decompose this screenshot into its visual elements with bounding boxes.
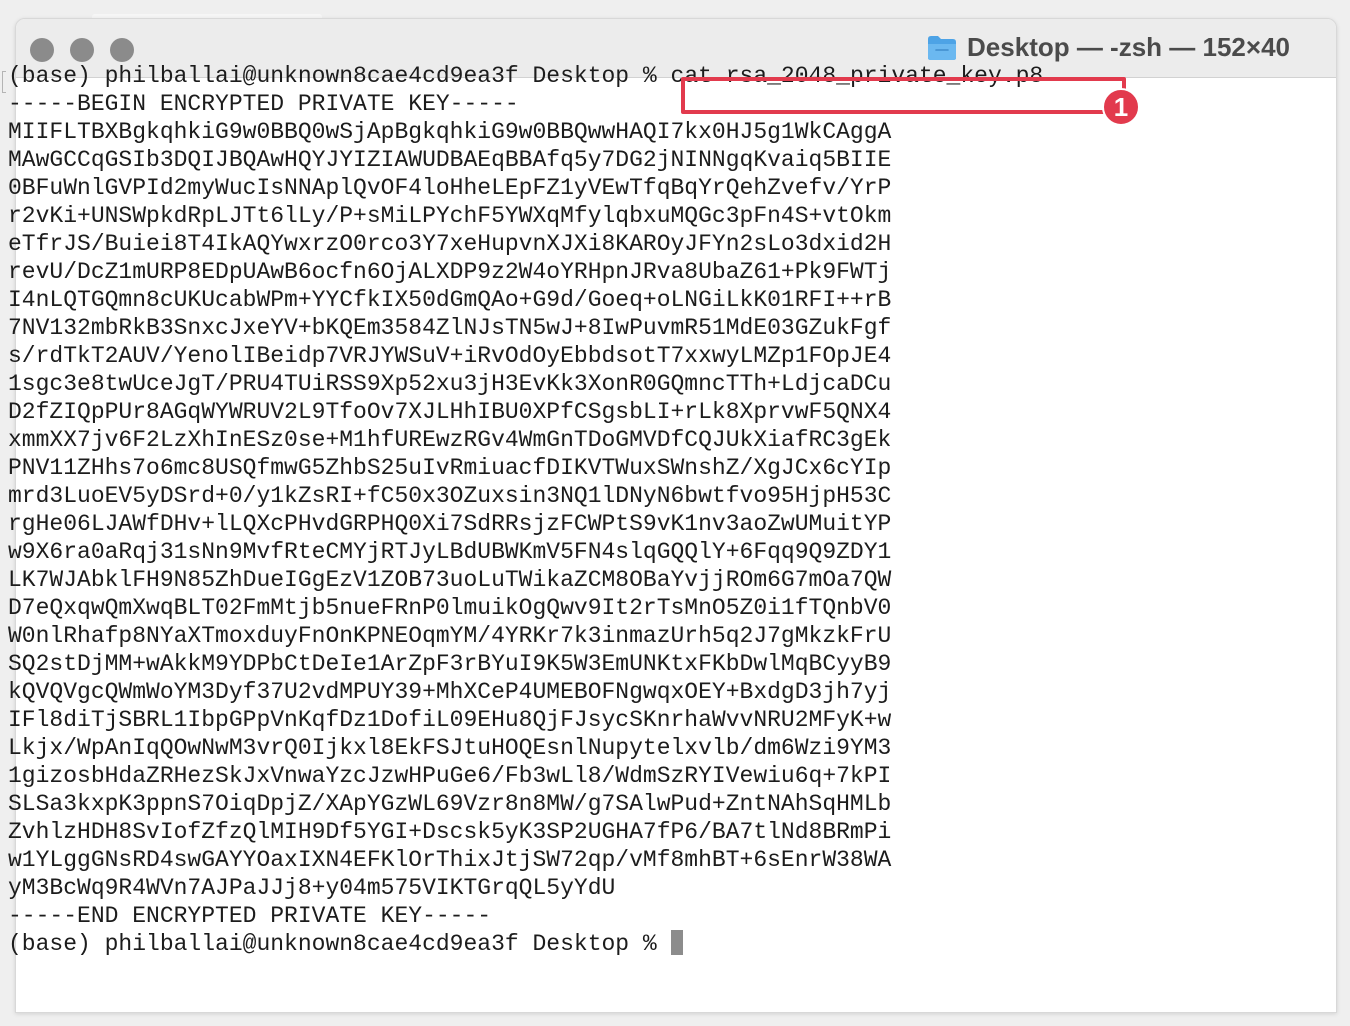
key-line: w9X6ra0aRqj31sNn9MvfRteCMYjRTJyLBdUBWKmV… xyxy=(8,539,892,565)
key-end-line: -----END ENCRYPTED PRIVATE KEY----- xyxy=(8,903,492,929)
key-line: 7NV132mbRkB3SnxcJxeYV+bKQEm3584ZlNJsTN5w… xyxy=(8,315,892,341)
key-line: PNV11ZHhs7o6mc8USQfmwG5ZhbS25uIvRmiuacfD… xyxy=(8,455,892,481)
key-line: 0BFuWnlGVPId2myWucIsNNAplQvOF4loHheLEpFZ… xyxy=(8,175,892,201)
key-line: ZvhlzHDH8SvIofZfzQlMIH9Df5YGI+Dscsk5yK3S… xyxy=(8,819,892,845)
window-title: Desktop — -zsh — 152×40 xyxy=(967,32,1290,62)
key-line: revU/DcZ1mURP8EDpUAwB6ocfn6OjALXDP9z2W4o… xyxy=(8,259,892,285)
key-line: eTfrJS/Buiei8T4IkAQYwxrzO0rco3Y7xeHupvnX… xyxy=(8,231,892,257)
key-line: IFl8diTjSBRL1IbpGPpVnKqfDz1DofiL09EHu8Qj… xyxy=(8,707,892,733)
key-line: SLSa3kxpK3ppnS7OiqDpjZ/XApYGzWL69Vzr8n8M… xyxy=(8,791,892,817)
key-line: D7eQxqwQmXwqBLT02FmMtjb5nueFRnP0lmuikOgQ… xyxy=(8,595,892,621)
key-line: r2vKi+UNSWpkdRpLJTt6lLy/P+sMiLPYchF5YWXq… xyxy=(8,203,892,229)
current-prompt-line: (base) philballai@unknown8cae4cd9ea3f De… xyxy=(8,930,1043,958)
key-line: 1gizosbHdaZRHezSkJxVnwaYzcJzwHPuGe6/Fb3w… xyxy=(8,763,892,789)
selection-bracket xyxy=(2,71,6,93)
terminal-output[interactable]: (base) philballai@unknown8cae4cd9ea3f De… xyxy=(2,62,1043,958)
key-line: rgHe06LJAWfDHv+lLQXcPHvdGRPHQ0Xi7SdRRsjz… xyxy=(8,511,892,537)
key-line: SQ2stDjMM+wAkkM9YDPbCtDeIe1ArZpF3rBYuI9K… xyxy=(8,651,892,677)
prompt-text: (base) philballai@unknown8cae4cd9ea3f De… xyxy=(8,63,671,89)
key-line: kQVQVgcQWmWoYM3Dyf37U2vdMPUY39+MhXCeP4UM… xyxy=(8,679,892,705)
key-line: 1sgc3e8twUceJgT/PRU4TUiRSS9Xp52xu3jH3EvK… xyxy=(8,371,892,397)
key-line: yM3BcWq9R4WVn7AJPaJJj8+y04m575VIKTGrqQL5… xyxy=(8,875,616,901)
key-line: MAwGCCqGSIb3DQIJBQAwHQYJYIZIAWUDBAEqBBAf… xyxy=(8,147,892,173)
key-line: MIIFLTBXBgkqhkiG9w0BBQ0wSjApBgkqhkiG9w0B… xyxy=(8,119,892,145)
zoom-button[interactable] xyxy=(110,38,134,62)
minimize-button[interactable] xyxy=(70,38,94,62)
prompt-text-2: (base) philballai@unknown8cae4cd9ea3f De… xyxy=(8,931,671,957)
close-button[interactable] xyxy=(30,38,54,62)
key-line: mrd3LuoEV5yDSrd+0/y1kZsRI+fC50x3OZuxsin3… xyxy=(8,483,892,509)
key-body: MIIFLTBXBgkqhkiG9w0BBQ0wSjApBgkqhkiG9w0B… xyxy=(8,118,1043,902)
command-highlight-box xyxy=(681,77,1126,114)
text-cursor xyxy=(670,930,683,955)
key-line: LK7WJAbklFH9N85ZhDueIGgEzV1ZOB73uoLuTWik… xyxy=(8,567,892,593)
folder-icon xyxy=(928,35,957,60)
key-line: w1YLggGNsRD4swGAYYOaxIXN4EFKlOrThixJtjSW… xyxy=(8,847,892,873)
step-badge: 1 xyxy=(1102,88,1140,126)
key-line: D2fZIQpPUr8AGqWYWRUV2L9TfoOv7XJLHhIBU0XP… xyxy=(8,399,892,425)
key-line: I4nLQTGQmn8cUKUcabWPm+YYCfkIX50dGmQAo+G9… xyxy=(8,287,892,313)
key-line: xmmXX7jv6F2LzXhInESz0se+M1hfUREwzRGv4WmG… xyxy=(8,427,892,453)
window-title-group: Desktop — -zsh — 152×40 xyxy=(927,32,1290,63)
key-line: Lkjx/WpAnIqQOwNwM3vrQ0Ijkxl8EkFSJtuHOQEs… xyxy=(8,735,892,761)
key-line: W0nlRhafp8NYaXTmoxduyFnOnKPNEOqmYM/4YRKr… xyxy=(8,623,892,649)
key-line: s/rdTkT2AUV/YenolIBeidp7VRJYWSuV+iRvOdOy… xyxy=(8,343,892,369)
